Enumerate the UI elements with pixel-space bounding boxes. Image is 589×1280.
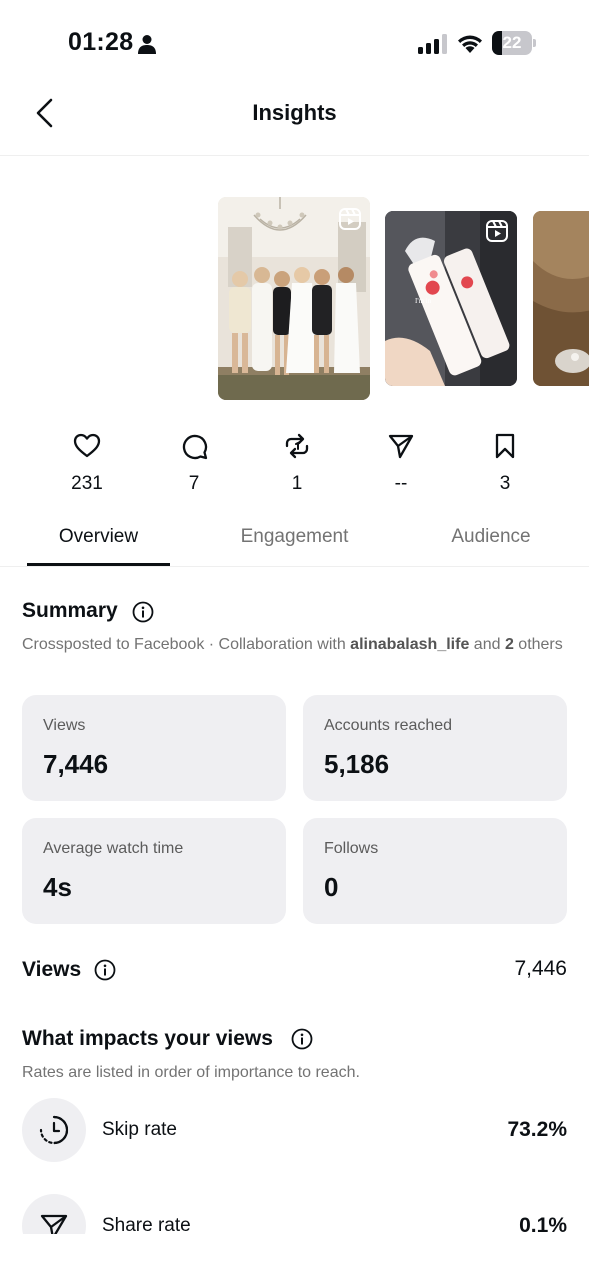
battery-level: 22 [502,33,522,52]
impact-description: Rates are listed in order of importance … [22,1064,360,1081]
interaction-stats: 231 7 1 -- 3 [0,432,589,502]
summary-description: Crossposted to Facebook · Collaboration … [22,635,567,655]
cellular-signal-icon [418,34,447,54]
reposts-stat: 1 [257,432,337,495]
reel-icon [339,208,361,230]
shares-count: -- [394,473,408,494]
follows-card: Follows 0 [303,818,567,924]
others-count[interactable]: 2 [505,636,514,653]
saves-stat: 3 [465,432,545,495]
comment-icon [182,434,208,460]
battery-icon: 22 [492,31,536,55]
summary-desc-text: Crossposted to Facebook · Collaboration … [22,636,351,653]
comments-count: 7 [188,473,200,494]
insights-tabs: Overview Engagement Audience [0,512,589,567]
card-value: 0 [324,872,339,902]
wifi-icon [458,35,482,53]
status-bar: 01:28 22 [0,0,589,88]
repost-icon [285,433,309,459]
likes-stat: 231 [47,432,127,495]
skip-rate-label: Skip rate [102,1119,177,1140]
heart-icon [73,433,101,458]
reel-icon [486,220,508,242]
share-icon [388,434,414,459]
tab-audience[interactable]: Audience [420,526,562,548]
summary-title: Summary [22,599,118,622]
info-icon[interactable] [94,959,116,981]
skip-rate-icon-wrap [22,1098,86,1162]
shares-stat: -- [361,432,441,495]
person-icon [138,35,156,54]
info-icon[interactable] [291,1028,313,1050]
bookmark-icon [495,433,515,459]
collaborator-link[interactable]: alinabalash_life [350,636,469,653]
saves-count: 3 [499,473,511,494]
card-value: 7,446 [43,749,109,779]
comments-stat: 7 [154,432,234,495]
skip-rate-icon [39,1115,69,1145]
post-carousel[interactable]: I'm in [0,156,589,418]
bottom-safe-area [0,1234,589,1280]
thumbnail-caption: I'm in [415,297,432,305]
average-watch-time-card: Average watch time 4s [22,818,286,924]
card-value: 4s [43,872,72,902]
post-thumbnail[interactable]: I'm in [385,211,517,386]
views-total: 7,446 [514,957,567,980]
accounts-reached-card: Accounts reached 5,186 [303,695,567,801]
active-tab-indicator [27,563,170,566]
tab-engagement[interactable]: Engagement [222,526,367,548]
skip-rate-value: 73.2% [507,1118,567,1141]
post-thumbnail-selected[interactable] [218,197,370,400]
views-section-title: Views [22,958,82,981]
reposts-count: 1 [291,473,303,494]
ring-photo-image [533,211,589,386]
card-label: Follows [324,840,379,857]
page-title: Insights [252,100,337,125]
status-time: 01:28 [68,28,134,56]
card-label: Views [43,717,86,734]
likes-count: 231 [71,473,103,494]
tab-overview[interactable]: Overview [27,526,170,548]
summary-desc-text: and [469,636,505,653]
post-thumbnail[interactable] [533,211,589,386]
impact-title: What impacts your views [22,1027,273,1050]
card-value: 5,186 [324,749,390,779]
summary-desc-text: others [513,636,563,653]
card-label: Average watch time [43,840,184,857]
views-card: Views 7,446 [22,695,286,801]
card-label: Accounts reached [324,717,453,734]
header-bar: Insights [0,88,589,156]
info-icon[interactable] [132,601,154,623]
